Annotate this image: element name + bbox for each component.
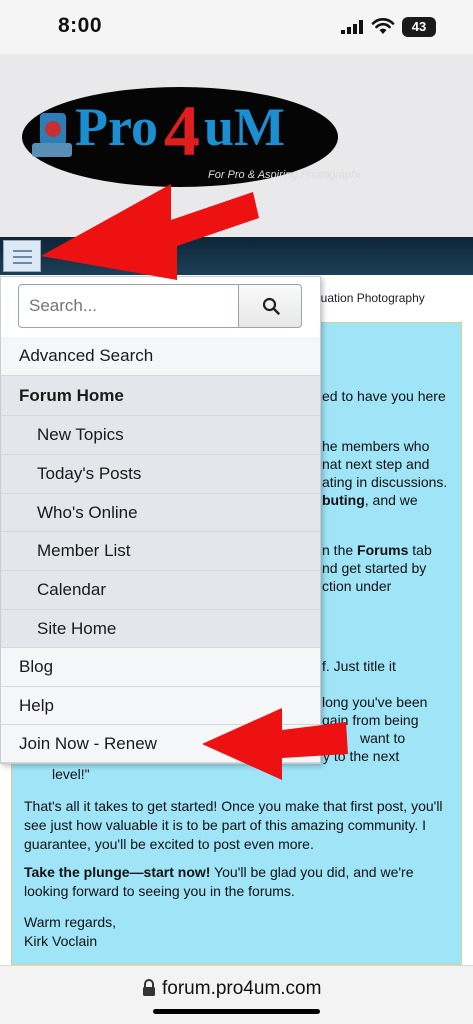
red-arrow-annotation [202,708,348,780]
menu-line [13,262,32,264]
notice-paragraph: Take the plunge—start now! You'll be gla… [24,864,414,899]
notice-text: ed to have you here [322,388,446,404]
menu-item-member-list[interactable]: Member List [1,532,320,571]
menu-item-advanced-search[interactable]: Advanced Search [1,337,320,376]
svg-text:uM: uM [204,97,285,157]
menu-item-blog[interactable]: Blog [1,648,320,687]
notice-text: buting, and we [322,492,418,508]
home-indicator[interactable] [153,1009,320,1014]
notice-text: ating in discussions. [322,474,448,490]
menu-line [13,250,32,252]
notice-text: ction under [322,578,392,594]
notice-text: level!" [52,766,90,782]
menu-item-whos-online[interactable]: Who's Online [1,494,320,532]
notice-signature: Kirk Voclain [24,933,98,949]
status-bar: 8:00 43 [0,0,473,54]
search-input[interactable] [18,284,239,328]
search-button[interactable] [238,284,302,328]
menu-item-new-topics[interactable]: New Topics [1,416,320,455]
notice-paragraph: That's all it takes to get started! Once… [24,798,443,852]
status-time: 8:00 [58,14,103,37]
menu-item-todays-posts[interactable]: Today's Posts [1,455,320,494]
notice-closing: Warm regards, [24,914,117,930]
menu-line [13,256,32,258]
url-domain[interactable]: forum.pro4um.com [162,978,321,1000]
lock-icon [143,979,155,996]
svg-text:4: 4 [164,91,200,171]
breadcrumb[interactable]: duation Photography [314,291,425,305]
notice-text: want to [360,730,406,746]
notice-text: nat next step and [322,456,430,472]
cellular-signal-icon [341,20,363,34]
menu-item-site-home[interactable]: Site Home [1,610,320,648]
menu-item-calendar[interactable]: Calendar [1,571,320,610]
wifi-icon [371,18,395,34]
battery-icon: 43 [402,17,436,37]
red-arrow-annotation [41,184,259,280]
notice-text: f. Just title it [322,658,396,674]
svg-text:Pro: Pro [75,97,158,157]
notice-text: n the Forums tab [322,542,432,558]
notice-text: nd get started by [322,560,427,576]
search-icon [262,297,280,315]
menu-item-forum-home[interactable]: Forum Home [1,376,320,416]
notice-text: he members who [322,438,430,454]
